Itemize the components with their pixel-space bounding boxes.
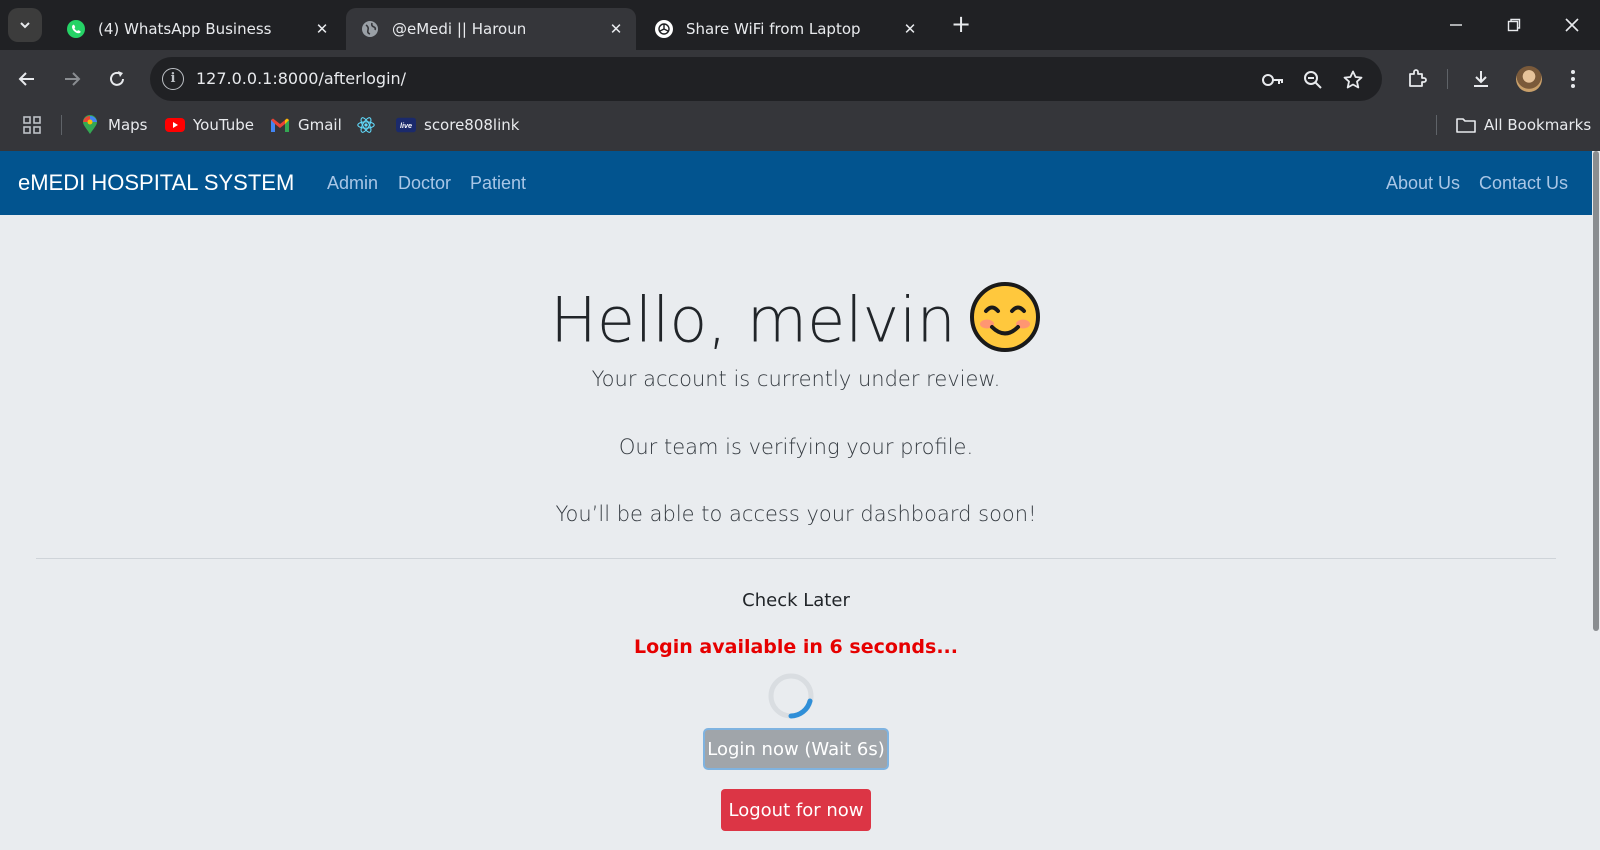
kebab-menu-icon[interactable] [1558,64,1588,94]
back-button[interactable] [12,64,42,94]
close-icon [1565,18,1579,32]
extensions-icon[interactable] [1402,64,1432,94]
site-info-icon[interactable]: i [162,68,184,90]
brand-logo[interactable]: eMEDI HOSPITAL SYSTEM [18,170,294,196]
scrollbar-thumb[interactable] [1593,151,1599,631]
app-navbar: eMEDI HOSPITAL SYSTEM Admin Doctor Patie… [0,151,1592,215]
tab-strip: (4) WhatsApp Business ✕ @eMedi || Haroun… [0,0,1600,50]
bookmark-react[interactable] [356,113,384,137]
bookmark-gmail[interactable]: Gmail [270,113,342,137]
verify-message: Our team is verifying your profile. [618,435,974,459]
tab-whatsapp[interactable]: (4) WhatsApp Business ✕ [52,8,342,50]
smiling-face-icon [968,280,1042,369]
tab-chatgpt[interactable]: Share WiFi from Laptop ✕ [640,8,930,50]
bookmark-youtube[interactable]: YouTube [165,113,254,137]
tab-search-button[interactable] [8,8,42,42]
svg-text:live: live [400,121,412,130]
bookmark-label: Gmail [298,116,342,134]
globe-icon [360,19,380,39]
tab-title: @eMedi || Haroun [392,20,527,38]
review-message: Your account is currently under review. [591,367,1001,391]
nav-about-us[interactable]: About Us [1386,173,1460,194]
greeting-heading: Hello, melvin [0,280,1592,369]
restore-button[interactable] [1494,10,1534,40]
dashboard-message: You’ll be able to access your dashboard … [555,502,1037,526]
reload-icon [110,71,124,86]
bookmark-label: score808link [424,116,520,134]
login-now-button[interactable]: Login now (Wait 6s) [703,728,889,770]
close-icon[interactable]: ✕ [310,20,334,38]
password-key-icon[interactable] [1260,67,1286,93]
bookmark-divider [61,115,62,135]
apps-grid-icon[interactable] [22,113,42,137]
check-later-text: Check Later [742,590,850,611]
all-bookmarks-button[interactable]: All Bookmarks [1456,113,1591,137]
minimize-button[interactable] [1436,10,1476,40]
bookmark-score808link[interactable]: live score808link [396,113,519,137]
nav-doctor[interactable]: Doctor [398,173,451,194]
close-window-button[interactable] [1552,10,1592,40]
browser-chrome: (4) WhatsApp Business ✕ @eMedi || Haroun… [0,0,1600,151]
divider [36,558,1556,559]
arrow-right-icon [65,72,81,86]
arrow-left-icon [18,72,34,86]
new-tab-button[interactable]: + [948,12,974,38]
minimize-icon [1450,24,1462,26]
close-icon[interactable]: ✕ [898,20,922,38]
maps-icon [80,115,100,135]
chatgpt-icon [654,19,674,39]
forward-button[interactable] [57,64,87,94]
chevron-down-icon [20,22,30,29]
nav-admin[interactable]: Admin [327,173,378,194]
countdown-text: Login available in 6 seconds... [634,636,958,658]
gmail-icon [270,115,290,135]
loading-spinner-icon [768,673,814,719]
react-icon [356,115,376,135]
logout-button[interactable]: Logout for now [721,789,871,831]
bookmark-divider [1436,115,1437,135]
download-icon[interactable] [1466,64,1496,94]
reload-button[interactable] [102,64,132,94]
address-bar[interactable]: i 127.0.0.1:8000/afterlogin/ [150,57,1382,101]
all-bookmarks-label: All Bookmarks [1484,116,1592,134]
tab-title: (4) WhatsApp Business [98,20,272,38]
tab-title: Share WiFi from Laptop [686,20,861,38]
greeting-text: Hello, melvin [550,283,956,357]
bookmark-label: YouTube [193,116,254,134]
nav-contact-us[interactable]: Contact Us [1479,173,1568,194]
bookmark-maps[interactable]: Maps [80,113,147,137]
restore-icon [1507,18,1521,32]
toolbar-divider [1447,69,1448,89]
star-icon[interactable] [1340,67,1366,93]
folder-icon [1456,115,1476,135]
bookmark-label: Maps [108,116,148,134]
close-icon[interactable]: ✕ [604,20,628,38]
nav-patient[interactable]: Patient [470,173,526,194]
youtube-icon [165,115,185,135]
avatar[interactable] [1516,66,1542,92]
zoom-icon[interactable] [1300,67,1326,93]
whatsapp-icon [66,19,86,39]
live-icon: live [396,115,416,135]
url-text[interactable]: 127.0.0.1:8000/afterlogin/ [196,69,406,88]
tab-emedi[interactable]: @eMedi || Haroun ✕ [346,8,636,50]
